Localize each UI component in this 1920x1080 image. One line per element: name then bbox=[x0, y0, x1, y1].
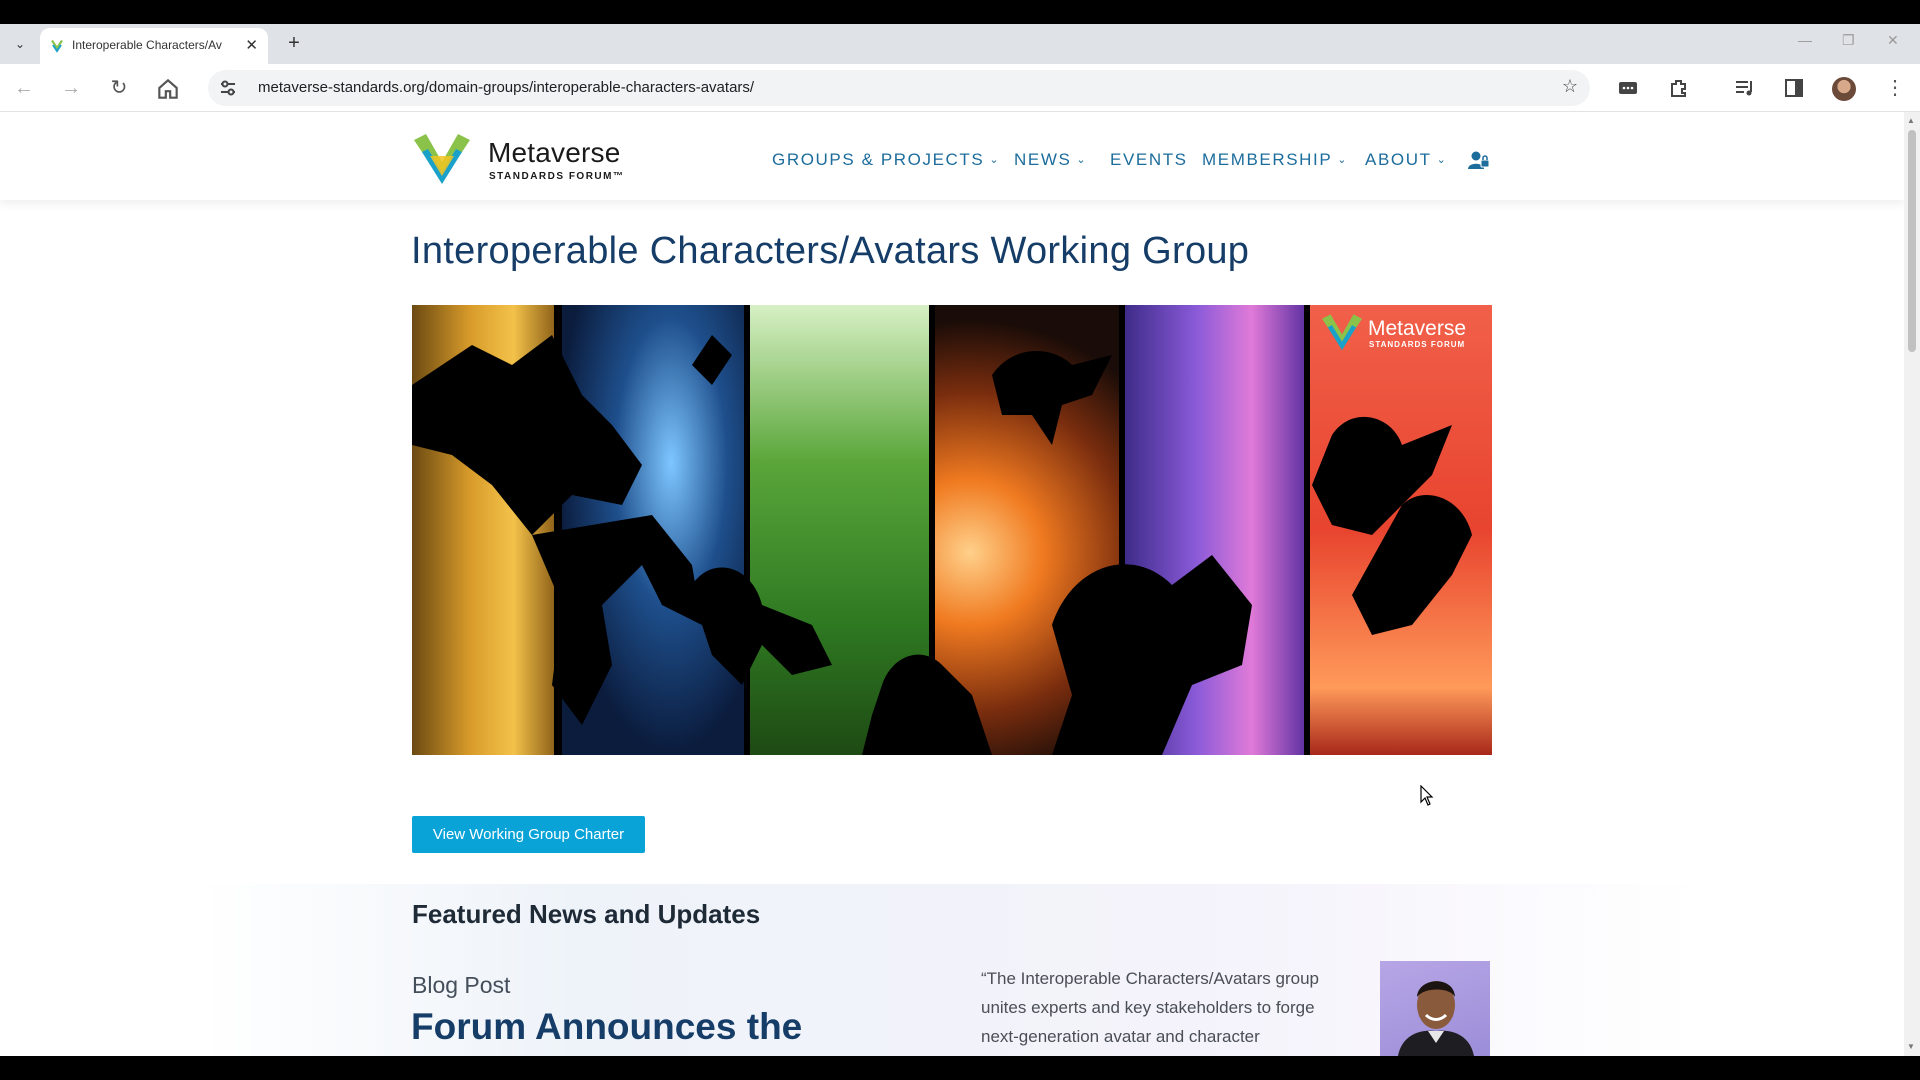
hero-image: Metaverse STANDARDS FORUM bbox=[412, 305, 1492, 755]
featured-section-title: Featured News and Updates bbox=[412, 899, 761, 929]
post-headline[interactable]: Forum Announces the bbox=[411, 1006, 802, 1048]
chevron-down-icon: ⌄ bbox=[1337, 154, 1349, 166]
metaverse-favicon-icon bbox=[51, 40, 63, 53]
back-icon[interactable]: ← bbox=[11, 76, 37, 102]
person-photo-icon bbox=[1398, 981, 1474, 1056]
speaker-portrait bbox=[1380, 961, 1490, 1056]
address-bar[interactable]: metaverse-standards.org/domain-groups/in… bbox=[208, 70, 1590, 106]
browser-tab[interactable]: Interoperable Characters/Av ✕ bbox=[40, 28, 268, 64]
web-page: Metaverse STANDARDS FORUM™ GROUPS & PROJ… bbox=[0, 112, 1904, 1056]
mouse-cursor-icon bbox=[1420, 785, 1434, 806]
menu-dots-icon[interactable]: ⋮ bbox=[1882, 76, 1908, 102]
view-charter-button[interactable]: View Working Group Charter bbox=[412, 816, 645, 853]
nav-label: ABOUT bbox=[1365, 150, 1432, 169]
logo-subtitle: STANDARDS FORUM™ bbox=[489, 171, 625, 182]
home-icon[interactable] bbox=[155, 76, 181, 102]
hero-logo-subtitle: STANDARDS FORUM bbox=[1369, 340, 1466, 349]
scroll-up-icon[interactable]: ▲ bbox=[1907, 116, 1915, 125]
media-control-icon[interactable] bbox=[1734, 77, 1756, 99]
close-tab-icon[interactable]: ✕ bbox=[245, 36, 258, 54]
chevron-down-icon: ⌄ bbox=[1076, 154, 1088, 166]
profile-avatar[interactable] bbox=[1832, 77, 1856, 101]
bookmark-star-icon[interactable]: ☆ bbox=[1562, 76, 1578, 97]
nav-label: EVENTS bbox=[1110, 150, 1188, 169]
page-scrollbar[interactable]: ▲ ▼ bbox=[1904, 112, 1920, 1056]
password-manager-icon[interactable] bbox=[1617, 77, 1639, 99]
site-header: Metaverse STANDARDS FORUM™ GROUPS & PROJ… bbox=[0, 112, 1904, 200]
hero-silhouettes bbox=[412, 305, 1472, 755]
forward-icon[interactable]: → bbox=[58, 76, 84, 102]
member-login-icon[interactable] bbox=[1468, 150, 1490, 170]
site-logo[interactable]: Metaverse STANDARDS FORUM™ bbox=[412, 132, 642, 188]
side-panel-icon[interactable] bbox=[1783, 77, 1805, 99]
scroll-down-icon[interactable]: ▼ bbox=[1907, 1042, 1915, 1051]
scroll-thumb[interactable] bbox=[1908, 130, 1916, 352]
hero-logo-wordmark: Metaverse bbox=[1368, 317, 1467, 340]
nav-label: MEMBERSHIP bbox=[1202, 150, 1333, 169]
screen: ⌄ Interoperable Characters/Av ✕ + — ❐ ✕ … bbox=[0, 0, 1920, 1080]
nav-events[interactable]: EVENTS bbox=[1110, 150, 1188, 170]
metaverse-logo-icon bbox=[1322, 314, 1362, 351]
new-tab-icon[interactable]: + bbox=[282, 32, 306, 56]
site-settings-icon[interactable] bbox=[218, 78, 238, 98]
nav-groups-projects[interactable]: GROUPS & PROJECTS ⌄ bbox=[772, 150, 1000, 170]
hero-logo: Metaverse STANDARDS FORUM bbox=[1320, 313, 1480, 353]
tab-title: Interoperable Characters/Av bbox=[72, 38, 222, 52]
nav-label: NEWS bbox=[1014, 150, 1072, 169]
close-window-icon[interactable]: ✕ bbox=[1887, 32, 1899, 49]
featured-quote: “The Interoperable Characters/Avatars gr… bbox=[981, 964, 1351, 1051]
post-type-label: Blog Post bbox=[412, 972, 511, 998]
nav-label: GROUPS & PROJECTS bbox=[772, 150, 985, 169]
tab-search-icon[interactable]: ⌄ bbox=[8, 32, 32, 56]
metaverse-logo-icon bbox=[414, 134, 470, 184]
minimize-icon[interactable]: — bbox=[1798, 32, 1812, 48]
url-text: metaverse-standards.org/domain-groups/in… bbox=[258, 79, 755, 96]
extensions-icon[interactable] bbox=[1668, 77, 1690, 99]
restore-icon[interactable]: ❐ bbox=[1842, 32, 1855, 49]
browser-toolbar: ← → ↻ metaverse-standards.org/domain-gro… bbox=[0, 64, 1920, 112]
nav-news[interactable]: NEWS ⌄ bbox=[1014, 150, 1087, 170]
nav-about[interactable]: ABOUT ⌄ bbox=[1365, 150, 1447, 170]
quote-line: unites experts and key stakeholders to f… bbox=[981, 998, 1315, 1017]
quote-line: next-generation avatar and character bbox=[981, 1027, 1260, 1046]
reload-icon[interactable]: ↻ bbox=[106, 76, 132, 102]
logo-wordmark: Metaverse bbox=[488, 137, 621, 168]
page-title: Interoperable Characters/Avatars Working… bbox=[411, 230, 1250, 272]
chevron-down-icon: ⌄ bbox=[989, 154, 1001, 166]
nav-membership[interactable]: MEMBERSHIP ⌄ bbox=[1202, 150, 1348, 170]
quote-line: “The Interoperable Characters/Avatars gr… bbox=[981, 969, 1319, 988]
chevron-down-icon: ⌄ bbox=[1436, 154, 1448, 166]
tab-strip: ⌄ Interoperable Characters/Av ✕ + — ❐ ✕ bbox=[0, 24, 1920, 64]
